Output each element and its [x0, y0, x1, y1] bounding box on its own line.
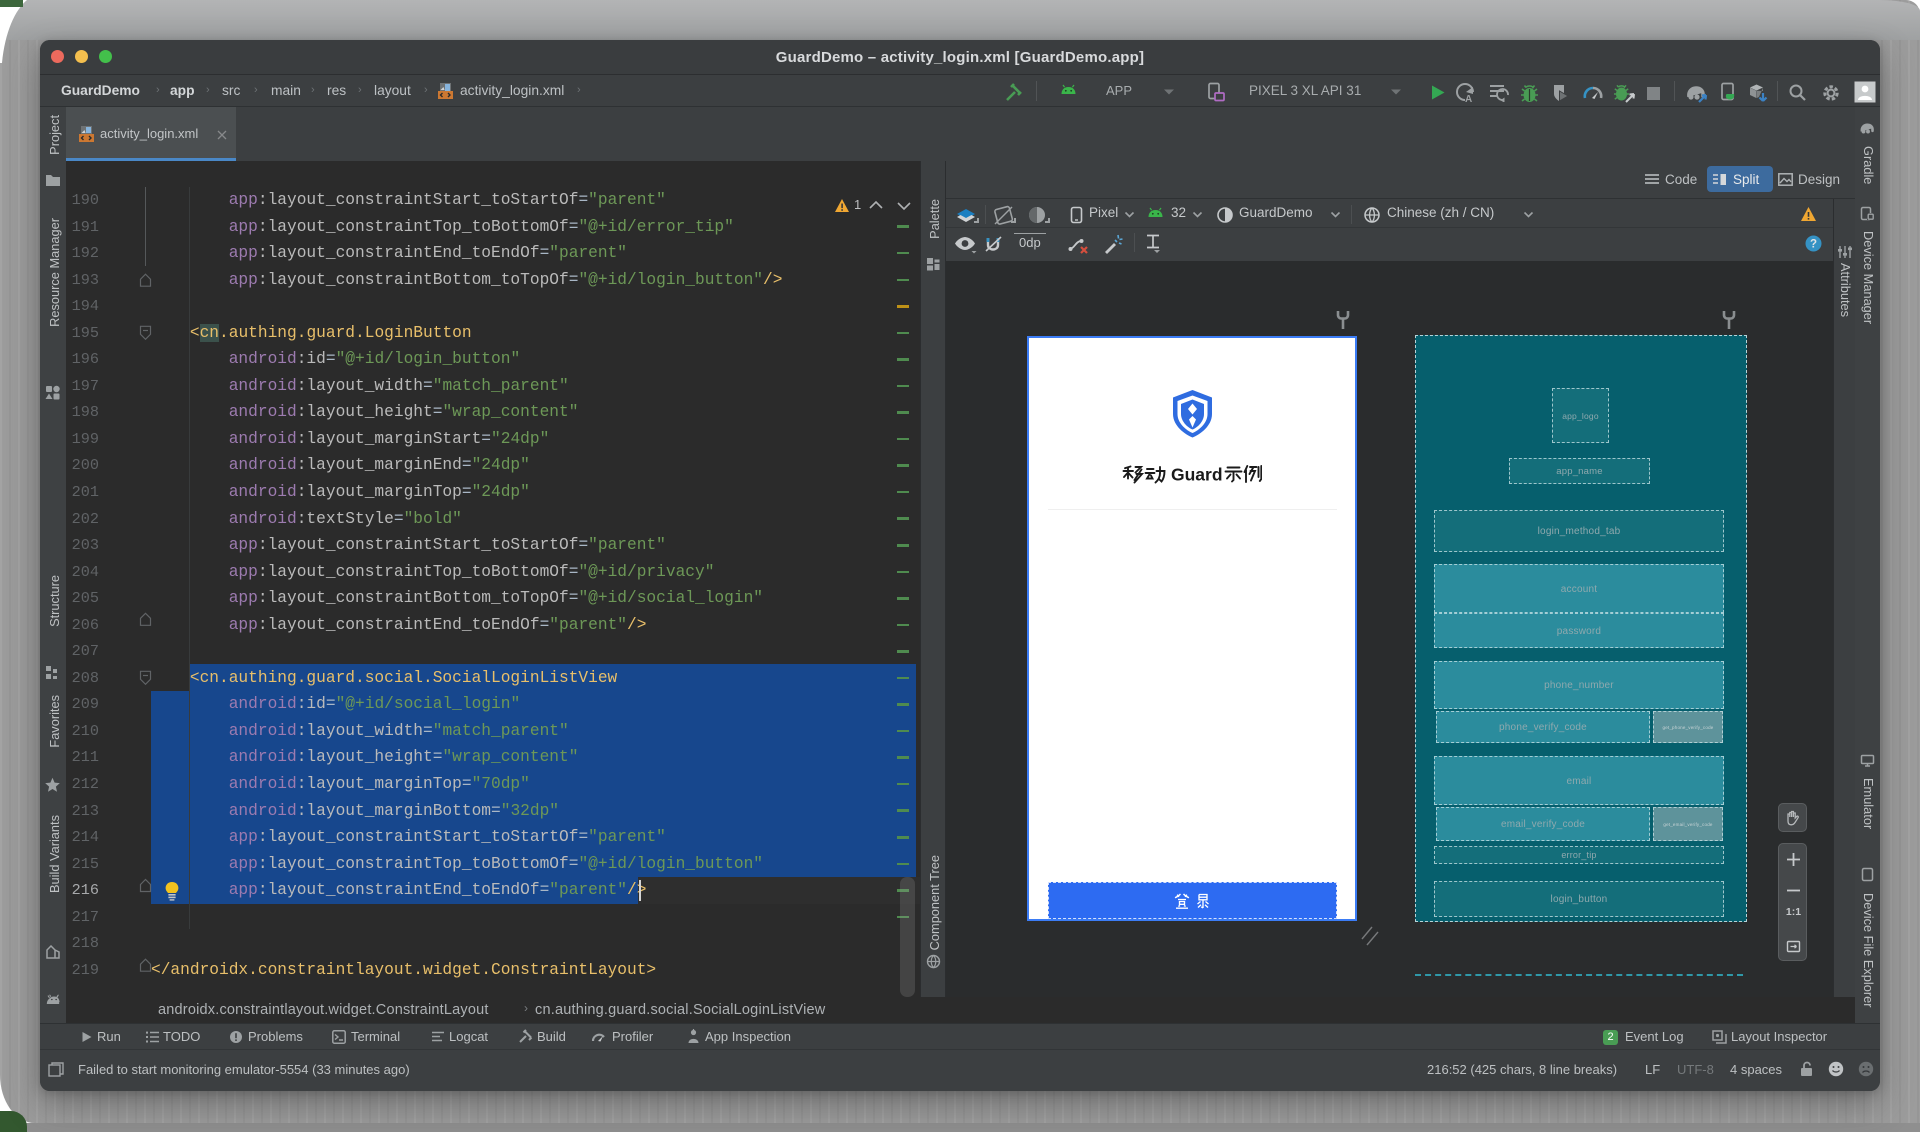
svg-text:A: A: [1465, 94, 1472, 103]
svg-text:Guard: Guard: [1171, 465, 1223, 485]
svg-text:?: ?: [1810, 239, 1817, 251]
